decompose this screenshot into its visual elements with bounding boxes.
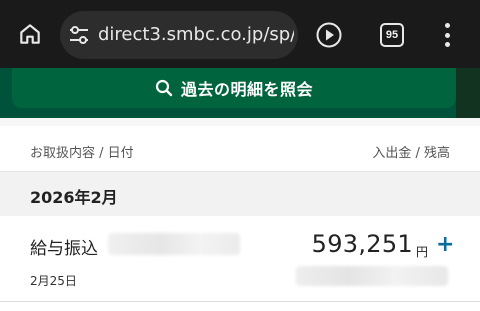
list-column-header: お取扱内容 / 日付 入出金 / 残高 — [0, 126, 480, 172]
currency-unit: 円 — [416, 245, 429, 259]
column-header-description: お取扱内容 / 日付 — [30, 146, 134, 161]
column-header-amount: 入出金 / 残高 — [372, 146, 450, 161]
month-label: 2026年2月 — [30, 188, 118, 207]
url-text[interactable]: direct3.smbc.co.jp/sp/w — [98, 24, 294, 46]
list-continuation — [0, 302, 480, 311]
banner-side-tab — [456, 68, 480, 118]
address-bar[interactable]: direct3.smbc.co.jp/sp/w — [60, 11, 298, 59]
tab-switcher-icon[interactable]: 95 — [380, 23, 404, 47]
transaction-amount: 593,251 — [311, 230, 413, 258]
menu-dot — [444, 32, 450, 38]
menu-dot — [444, 42, 450, 47]
home-button[interactable] — [14, 18, 46, 50]
menu-dot — [444, 23, 450, 28]
home-icon — [20, 24, 40, 44]
redacted-payer-name — [108, 233, 240, 255]
month-section-header: 2026年2月 — [0, 172, 480, 216]
banner: 過去の明細を照会 — [0, 68, 480, 126]
browser-toolbar: direct3.smbc.co.jp/sp/w 95 — [0, 0, 480, 68]
search-icon — [155, 79, 173, 97]
play-circle-icon[interactable] — [315, 21, 343, 49]
redacted-balance — [296, 266, 448, 286]
tune-icon[interactable] — [68, 25, 90, 45]
past-statement-search-button[interactable]: 過去の明細を照会 — [12, 68, 456, 108]
transaction-row[interactable]: 給与振込 2月25日 593,251 円 + — [0, 216, 480, 302]
transaction-description: 給与振込 — [30, 239, 98, 259]
transaction-date: 2月25日 — [30, 274, 77, 288]
more-vert-icon[interactable] — [440, 20, 454, 50]
past-statement-search-label: 過去の明細を照会 — [180, 80, 313, 99]
deposit-sign: + — [436, 232, 455, 257]
